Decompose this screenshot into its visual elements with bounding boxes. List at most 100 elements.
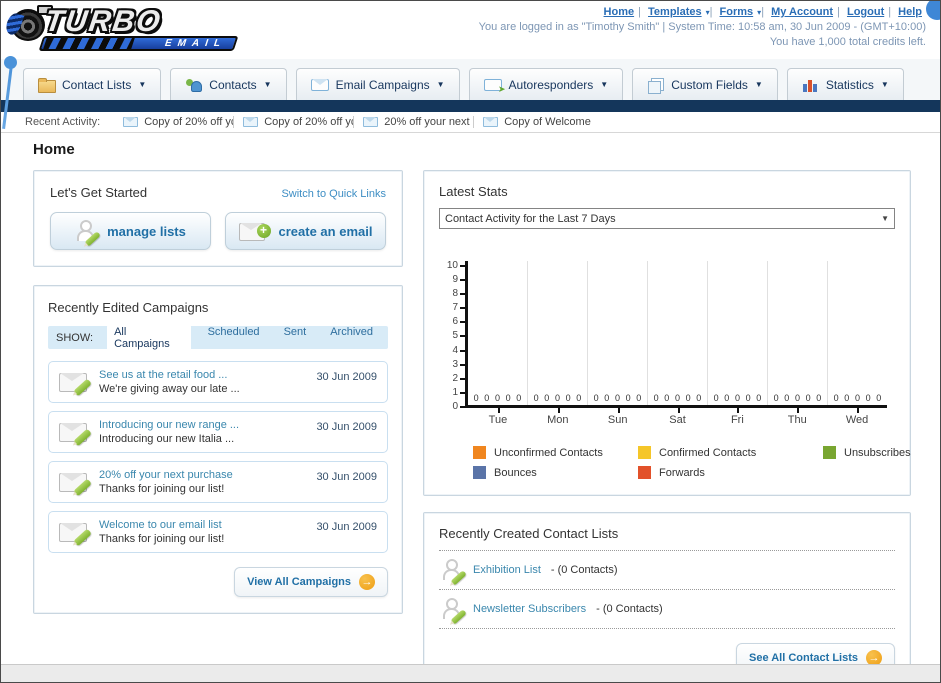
nav-tab-label: Custom Fields [671, 77, 748, 92]
contact-list-name-link[interactable]: Newsletter Subscribers [473, 603, 586, 615]
chart-day-column: 00000 [768, 261, 828, 405]
stats-select-value: Contact Activity for the Last 7 Days [445, 212, 616, 225]
link-separator: | [761, 6, 765, 18]
campaign-list: See us at the retail food ... We're givi… [48, 361, 388, 553]
view-all-campaigns-button[interactable]: View All Campaigns → [234, 567, 388, 597]
recent-activity-item[interactable]: Copy of Welcome tx [474, 116, 594, 128]
chevron-down-icon: ▼ [263, 80, 272, 89]
contact-list-name-link[interactable]: Exhibition List [473, 564, 541, 576]
header-nav-link[interactable]: Help [898, 6, 922, 18]
create-an-email-button[interactable]: + create an email [225, 212, 386, 250]
main-content: Home Let's Get Started Switch to Quick L… [1, 133, 940, 682]
x-tick-label: Sun [588, 408, 648, 426]
x-tick-label: Mon [528, 408, 588, 426]
y-tick-label: 5 [452, 331, 465, 341]
x-tick-label: Fri [707, 408, 767, 426]
envelope-icon [123, 117, 139, 127]
campaign-row[interactable]: See us at the retail food ... We're givi… [48, 361, 388, 403]
header-nav-link[interactable]: Home [604, 6, 635, 18]
legend-swatch [473, 446, 486, 459]
header-nav-links: Home | Templates ▾| Forms ▾| My Account | Lo… [479, 6, 926, 18]
campaign-filter[interactable]: Scheduled [201, 324, 267, 352]
legend-swatch [473, 466, 486, 479]
x-tick-label: Tue [468, 408, 528, 426]
day-series-values: 00000 [473, 393, 522, 403]
nav-tab[interactable]: Contact Lists ▼ [23, 68, 162, 100]
y-tick-label: 3 [452, 359, 465, 370]
nav-tab[interactable]: Statistics ▼ [786, 68, 904, 100]
legend-item: Unconfirmed Contacts [473, 446, 638, 459]
footer-strip [1, 664, 940, 682]
contact-list-count: - (0 Contacts) [550, 564, 618, 576]
person-pencil-icon [441, 598, 467, 625]
recent-activity-item[interactable]: Copy of 20% off yc [114, 116, 235, 128]
y-tick-label: 9 [452, 275, 465, 285]
day-series-values: 00000 [653, 393, 702, 403]
header-link-wrap: My Account | [767, 6, 840, 18]
y-tick-label: 6 [452, 317, 465, 327]
chevron-down-icon: ▼ [880, 80, 889, 89]
campaign-row[interactable]: 20% off your next purchase Thanks for jo… [48, 461, 388, 503]
campaign-title-link[interactable]: Welcome to our email list [99, 519, 304, 531]
envelope-pencil-icon [59, 472, 92, 496]
legend-swatch [823, 446, 836, 459]
campaign-filter[interactable]: Archived [323, 324, 380, 352]
link-separator: | [709, 6, 713, 18]
campaign-title-link[interactable]: See us at the retail food ... [99, 369, 304, 381]
campaign-date: 30 Jun 2009 [316, 371, 377, 383]
chart-day-column: 00000 [708, 261, 768, 405]
campaign-date: 30 Jun 2009 [316, 471, 377, 483]
y-tick-label: 1 [452, 387, 465, 398]
autoresponder-envelope-arrow-icon [483, 78, 506, 95]
day-series-values: 00000 [773, 393, 822, 403]
recent-activity-item[interactable]: Copy of 20% off yc [234, 116, 355, 128]
campaign-date: 30 Jun 2009 [316, 521, 377, 533]
recent-activity-item-label: Copy of Welcome tx [504, 116, 595, 128]
get-started-title: Let's Get Started [50, 185, 148, 200]
y-tick-label: 10 [447, 261, 465, 271]
legend-item: Forwards [638, 466, 823, 479]
campaign-filter[interactable]: All Campaigns [107, 323, 191, 352]
app-window: TURBO EMAIL Home | Templates ▾| Forms ▾| My… [0, 0, 941, 683]
decorative-corner-dot [926, 1, 940, 20]
nav-tab[interactable]: Contacts ▼ [170, 68, 287, 100]
campaign-title-link[interactable]: Introducing our new range ... [99, 419, 304, 431]
nav-tab[interactable]: Custom Fields ▼ [632, 68, 778, 100]
recent-activity-item[interactable]: 20% off your next [354, 116, 475, 128]
header-nav-link[interactable]: Logout [847, 6, 884, 18]
chart-day-column: 00000 [468, 261, 528, 405]
chart-legend: Unconfirmed Contacts Confirmed Contacts Un… [473, 446, 911, 479]
contact-list-row[interactable]: Newsletter Subscribers - (0 Contacts) [439, 590, 895, 629]
header-nav-link[interactable]: My Account [771, 6, 833, 18]
statistics-chart-icon [802, 78, 819, 92]
chart-day-column: 00000 [588, 261, 648, 405]
header-nav-link[interactable]: Templates [648, 6, 702, 18]
switch-to-quick-links-link[interactable]: Switch to Quick Links [281, 188, 386, 200]
legend-swatch [638, 446, 651, 459]
orange-arrow-icon: → [359, 574, 375, 590]
header-link-wrap: Home | [600, 6, 641, 18]
campaign-row[interactable]: Welcome to our email list Thanks for joi… [48, 511, 388, 553]
contact-list-row[interactable]: Exhibition List - (0 Contacts) [439, 551, 895, 590]
nav-tab[interactable]: Autoresponders ▼ [468, 68, 624, 100]
campaign-row[interactable]: Introducing our new range ... Introducin… [48, 411, 388, 453]
campaign-filter[interactable]: Sent [277, 324, 314, 352]
recent-activity-item-label: Copy of 20% off yc [264, 116, 355, 128]
logo-stripes [43, 38, 135, 49]
stats-period-select[interactable]: Contact Activity for the Last 7 Days ▼ [439, 208, 895, 229]
recently-created-contact-lists-panel: Recently Created Contact Lists Exhibitio… [423, 512, 911, 682]
x-tick-label: Thu [767, 408, 827, 426]
y-tick-label: 7 [452, 303, 465, 313]
logo-title: TURBO [42, 5, 165, 38]
header-link-wrap: Help [894, 6, 926, 18]
chart-day-column: 00000 [828, 261, 887, 405]
recently-edited-campaigns-panel: Recently Edited Campaigns SHOW: All Camp… [33, 285, 403, 614]
header-nav-link[interactable]: Forms [720, 6, 754, 18]
chart-day-column: 00000 [528, 261, 588, 405]
campaign-title-link[interactable]: 20% off your next purchase [99, 469, 304, 481]
legend-item: Unsubscribes [823, 446, 911, 459]
legend-swatch [638, 466, 651, 479]
legend-item: Confirmed Contacts [638, 446, 823, 459]
manage-lists-button[interactable]: manage lists [50, 212, 211, 250]
nav-tab[interactable]: Email Campaigns ▼ [295, 68, 460, 100]
